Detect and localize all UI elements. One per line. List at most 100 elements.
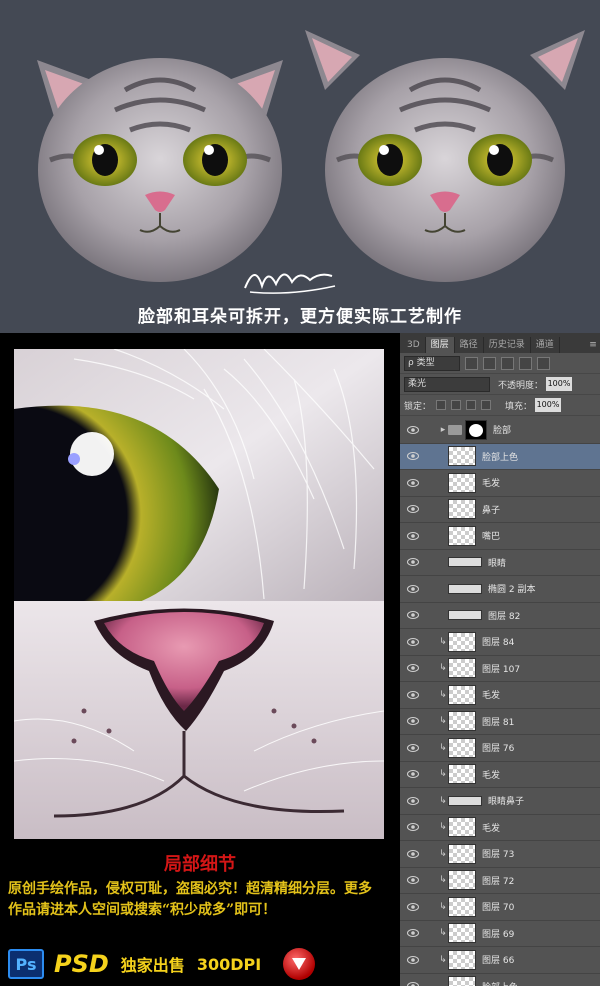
layer-row[interactable]: 脸部上色 [400,443,600,470]
layer-row[interactable]: ↳ 图层 72 [400,868,600,894]
visibility-eye-icon[interactable] [404,818,422,836]
layer-row[interactable]: ↳ 毛发 [400,682,600,709]
layer-name: 脸部上色 [482,452,519,463]
layer-row[interactable]: 嘴巴 [400,523,600,550]
layer-row[interactable]: 椭圆 2 副本 [400,576,600,603]
blend-mode-select[interactable]: 柔光 [404,376,490,392]
layer-filter-select[interactable]: ρ 类型 [404,355,460,371]
filter-shape-icon[interactable] [519,356,532,370]
visibility-eye-icon[interactable] [404,792,422,810]
visibility-eye-icon[interactable] [404,977,422,986]
visibility-eye-icon[interactable] [404,739,422,757]
filter-adjust-icon[interactable] [483,356,496,370]
layer-name: 图层 73 [482,850,515,861]
cat-face-illustration-joined [37,58,283,282]
clipping-mask-icon: ↳ [439,663,447,674]
layer-row[interactable]: ↳ 图层 76 [400,735,600,762]
layer-row[interactable]: ↳ 图层 84 [400,629,600,656]
visibility-eye-icon[interactable] [404,500,422,518]
clipping-mask-icon: ↳ [439,689,447,700]
layer-thumbnail [448,446,476,467]
layer-row[interactable]: ↳ 图层 107 [400,656,600,682]
clipping-mask-icon: ↳ [439,742,447,753]
layers-panel: 3D 图层 路径 历史记录 通道 ≡ ρ 类型 柔光 不透明度： 100% 锁定… [400,333,600,986]
visibility-eye-icon[interactable] [404,633,422,651]
layer-row[interactable]: ↳ 图层 81 [400,709,600,735]
layer-thumbnail [448,949,476,970]
lock-row: 锁定： 填充： 100% [400,395,600,416]
layer-name: 眼睛 [488,558,507,569]
visibility-eye-icon[interactable] [404,686,422,704]
visibility-eye-icon[interactable] [404,421,422,439]
lock-image-icon[interactable] [451,400,462,410]
visibility-eye-icon[interactable] [404,659,422,677]
clipping-mask-icon: ↳ [439,901,447,912]
visibility-eye-icon[interactable] [404,606,422,624]
visibility-eye-icon[interactable] [404,845,422,863]
layer-row[interactable]: ↳ 图层 73 [400,841,600,868]
panel-tabs: 3D 图层 路径 历史记录 通道 ≡ [400,333,600,353]
layer-thumbnail [448,610,482,621]
eye-detail-crop [14,349,384,604]
layer-thumbnail [448,499,476,520]
layer-row[interactable]: ↳ 图层 66 [400,947,600,974]
layer-row[interactable]: ↳ 毛发 [400,762,600,788]
visibility-eye-icon[interactable] [404,898,422,916]
detail-title: 局部细节 [164,854,236,875]
visibility-eye-icon[interactable] [404,580,422,598]
no-clip-spacer: ▸ [440,424,446,435]
visibility-eye-icon[interactable] [404,871,422,889]
filter-pixel-icon[interactable] [465,356,478,370]
layer-row[interactable]: 眼睛 [400,550,600,576]
layer-row[interactable]: ▸ 脸部 [400,417,600,444]
tab-layers[interactable]: 图层 [425,337,455,353]
layer-thumbnail [448,711,476,732]
visibility-eye-icon[interactable] [404,765,422,783]
opacity-label: 不透明度： [498,380,544,391]
visibility-eye-icon[interactable] [404,553,422,571]
filter-smart-icon[interactable] [537,356,550,370]
layer-thumbnail [448,764,476,785]
lock-all-icon[interactable] [481,400,492,410]
layer-row[interactable]: ↳ 毛发 [400,815,600,841]
visibility-eye-icon[interactable] [404,474,422,492]
layer-row[interactable]: 脸部上色 [400,974,600,986]
layer-row[interactable]: ↳ 图层 69 [400,921,600,947]
layer-name: 图层 84 [482,638,515,649]
layer-row[interactable]: 毛发 [400,470,600,497]
clipping-mask-icon: ↳ [439,822,447,833]
tab-3d[interactable]: 3D [402,337,426,353]
layer-row[interactable]: 图层 82 [400,603,600,629]
nose-detail-crop [14,601,384,839]
layer-row[interactable]: 鼻子 [400,497,600,523]
clipping-mask-icon: ↳ [439,769,447,780]
exclusive-label: 独家出售 [120,956,185,975]
tab-paths[interactable]: 路径 [455,337,484,353]
layer-row[interactable]: ↳ 眼睛鼻子 [400,788,600,815]
opacity-input[interactable]: 100% [546,377,573,391]
layer-thumbnail [448,631,476,652]
tab-channels[interactable]: 通道 [531,337,560,353]
folder-icon [448,424,462,435]
panel-menu-icon[interactable]: ≡ [586,337,600,353]
filter-type-icon[interactable] [501,356,514,370]
layer-name: 脸部上色 [482,980,518,986]
visibility-eye-icon[interactable] [404,951,422,969]
fill-input[interactable]: 100% [535,398,562,412]
visibility-eye-icon[interactable] [404,712,422,730]
layer-thumbnail [448,923,476,944]
layer-mask-thumbnail[interactable] [465,419,487,440]
download-arrow-icon[interactable] [283,948,316,980]
layer-row[interactable]: ↳ 图层 70 [400,894,600,921]
clipping-mask-icon: ↳ [439,795,447,806]
visibility-eye-icon[interactable] [404,527,422,545]
layer-thumbnail [448,557,482,568]
tab-history[interactable]: 历史记录 [484,337,531,353]
blend-row: 柔光 不透明度： 100% [400,374,600,395]
lock-position-icon[interactable] [466,400,477,410]
visibility-eye-icon[interactable] [404,924,422,942]
cat-preview-banner: 脸部和耳朵可拆开，更方便实际工艺制作 [0,0,600,333]
banner-headline: 脸部和耳朵可拆开，更方便实际工艺制作 [138,307,462,327]
lock-transparent-icon[interactable] [436,400,447,410]
visibility-eye-icon[interactable] [404,447,422,465]
